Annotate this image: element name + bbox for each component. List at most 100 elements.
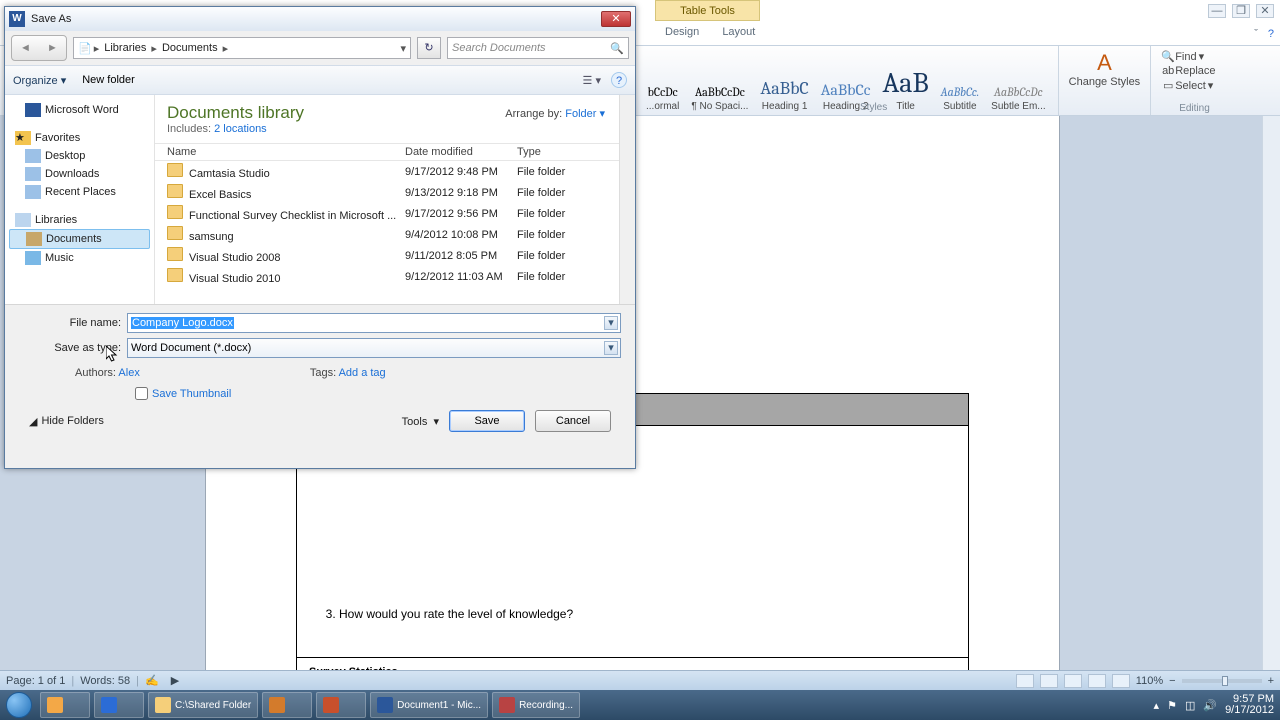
status-bar: Page: 1 of 1 | Words: 58 | ✍ ▶ 110% − +	[0, 670, 1280, 690]
nav-favorites[interactable]: Favorites	[35, 132, 80, 144]
tray-network-icon[interactable]: ◫	[1185, 699, 1195, 712]
nav-desktop[interactable]: Desktop	[45, 150, 85, 162]
search-icon: 🔍	[610, 42, 624, 55]
arrange-by-dropdown[interactable]: Folder ▾	[565, 108, 605, 120]
help-minimize-ribbon-icon[interactable]: ˇ	[1254, 28, 1258, 40]
style-item[interactable]: AaBbCc.Subtitle	[935, 85, 986, 112]
taskbar-item[interactable]	[94, 692, 144, 718]
nav-music[interactable]: Music	[45, 252, 74, 264]
taskbar-item[interactable]	[40, 692, 90, 718]
taskbar: C:\Shared Folder Document1 - Mic...Record…	[0, 690, 1280, 720]
file-row[interactable]: Functional Survey Checklist in Microsoft…	[155, 203, 635, 224]
filename-input[interactable]: Company Logo.docx ▾	[127, 313, 621, 333]
taskbar-item[interactable]: Document1 - Mic...	[370, 692, 488, 718]
filename-label: File name:	[19, 317, 127, 329]
editing-group-label: Editing	[1179, 103, 1210, 114]
file-row[interactable]: Visual Studio 20109/12/2012 11:03 AMFile…	[155, 266, 635, 287]
address-bar[interactable]: 📄▸ Libraries▸ Documents▸ ▾	[73, 37, 411, 59]
select-button[interactable]: ▭Select▾	[1161, 79, 1230, 92]
style-item[interactable]: AaBbCHeading 1	[754, 78, 814, 112]
filename-dropdown-icon[interactable]: ▾	[604, 316, 618, 330]
view-mode-button[interactable]: ☰ ▾	[583, 74, 601, 87]
tags-field[interactable]: Add a tag	[339, 367, 386, 379]
style-item[interactable]: bCcDc...ormal	[640, 85, 685, 112]
nav-back-forward[interactable]: ◄►	[11, 35, 67, 61]
file-row[interactable]: Excel Basics9/13/2012 9:18 PMFile folder	[155, 182, 635, 203]
minimize-icon[interactable]: —	[1208, 4, 1226, 18]
nav-recent[interactable]: Recent Places	[45, 186, 116, 198]
zoom-in[interactable]: +	[1268, 675, 1274, 687]
status-words: Words: 58	[80, 675, 130, 687]
locations-link[interactable]: 2 locations	[214, 123, 267, 135]
tray-volume-icon[interactable]: 🔊	[1203, 699, 1217, 712]
zoom-slider[interactable]	[1182, 679, 1262, 683]
nav-downloads[interactable]: Downloads	[45, 168, 99, 180]
status-proof-icon[interactable]: ✍	[145, 674, 159, 687]
taskbar-item[interactable]	[262, 692, 312, 718]
refresh-button[interactable]: ↻	[417, 37, 441, 59]
saveastype-label: Save as type:	[19, 342, 127, 354]
tools-dropdown[interactable]: Tools ▾	[402, 415, 439, 428]
zoom-out[interactable]: −	[1169, 675, 1175, 687]
status-macro-icon[interactable]: ▶	[171, 674, 179, 687]
save-thumbnail-checkbox[interactable]	[135, 387, 148, 400]
save-button[interactable]: Save	[449, 410, 525, 432]
file-scrollbar[interactable]	[619, 95, 635, 304]
help-icon[interactable]: ?	[1268, 28, 1274, 40]
forward-icon[interactable]: ►	[47, 42, 58, 54]
nav-word[interactable]: Microsoft Word	[45, 104, 119, 116]
style-item[interactable]: AaBbCcDcSubtle Em...	[985, 85, 1051, 112]
tray-clock[interactable]: 9:57 PM 9/17/2012	[1225, 694, 1274, 716]
hide-folders-button[interactable]: ◢Hide Folders	[29, 415, 104, 428]
start-button[interactable]	[0, 690, 38, 720]
navigation-pane[interactable]: Microsoft Word ★Favorites Desktop Downlo…	[5, 95, 155, 304]
status-page: Page: 1 of 1	[6, 675, 65, 687]
tab-layout[interactable]: Layout	[712, 23, 765, 41]
view-draft[interactable]	[1112, 674, 1130, 688]
tray-up-icon[interactable]: ▴	[1154, 699, 1160, 712]
tab-design[interactable]: Design	[655, 23, 709, 41]
zoom-level[interactable]: 110%	[1136, 675, 1163, 687]
view-outline[interactable]	[1088, 674, 1106, 688]
folder-icon: 📄	[78, 42, 92, 55]
table-tools-label: Table Tools	[655, 0, 760, 21]
authors-field[interactable]: Alex	[118, 367, 139, 379]
nav-libraries[interactable]: Libraries	[35, 214, 77, 226]
taskbar-item[interactable]: C:\Shared Folder	[148, 692, 258, 718]
taskbar-item[interactable]	[316, 692, 366, 718]
save-thumbnail-label: Save Thumbnail	[152, 388, 231, 400]
file-row[interactable]: Camtasia Studio9/17/2012 9:48 PMFile fol…	[155, 161, 635, 182]
help-button[interactable]: ?	[611, 72, 627, 88]
dialog-close-button[interactable]: ✕	[601, 11, 631, 27]
view-print-layout[interactable]	[1016, 674, 1034, 688]
organize-button[interactable]: Organize ▾	[13, 74, 66, 87]
new-folder-button[interactable]: New folder	[82, 74, 135, 86]
nav-documents[interactable]: Documents	[46, 233, 102, 245]
col-name[interactable]: Name	[167, 146, 405, 158]
file-row[interactable]: Visual Studio 20089/11/2012 8:05 PMFile …	[155, 245, 635, 266]
back-icon[interactable]: ◄	[20, 42, 31, 54]
restore-icon[interactable]: ❐	[1232, 4, 1250, 18]
word-icon: W	[9, 11, 25, 27]
vertical-scrollbar[interactable]	[1262, 116, 1280, 672]
dialog-title: Save As	[31, 13, 601, 25]
taskbar-item[interactable]: Recording...	[492, 692, 580, 718]
save-as-dialog: W Save As ✕ ◄► 📄▸ Libraries▸ Documents▸ …	[4, 6, 636, 469]
col-type[interactable]: Type	[517, 146, 597, 158]
find-button[interactable]: 🔍Find▾	[1161, 50, 1230, 63]
close-icon[interactable]: ✕	[1256, 4, 1274, 18]
file-list-area[interactable]: Documents library Includes: 2 locations …	[155, 95, 635, 304]
view-web[interactable]	[1064, 674, 1082, 688]
style-item[interactable]: AaBbCcDc¶ No Spaci...	[685, 85, 754, 112]
saveastype-dropdown[interactable]: Word Document (*.docx) ▾	[127, 338, 621, 358]
replace-button[interactable]: abReplace	[1161, 65, 1230, 77]
file-row[interactable]: samsung9/4/2012 10:08 PMFile folder	[155, 224, 635, 245]
view-fullscreen[interactable]	[1040, 674, 1058, 688]
search-input[interactable]: Search Documents 🔍	[447, 37, 629, 59]
saveastype-dropdown-icon[interactable]: ▾	[604, 341, 618, 355]
styles-group-label: Styles	[860, 102, 887, 113]
tray-action-center-icon[interactable]: ⚑	[1167, 699, 1177, 712]
cancel-button[interactable]: Cancel	[535, 410, 611, 432]
change-styles-button[interactable]: A Change Styles	[1058, 46, 1151, 115]
col-date[interactable]: Date modified	[405, 146, 517, 158]
